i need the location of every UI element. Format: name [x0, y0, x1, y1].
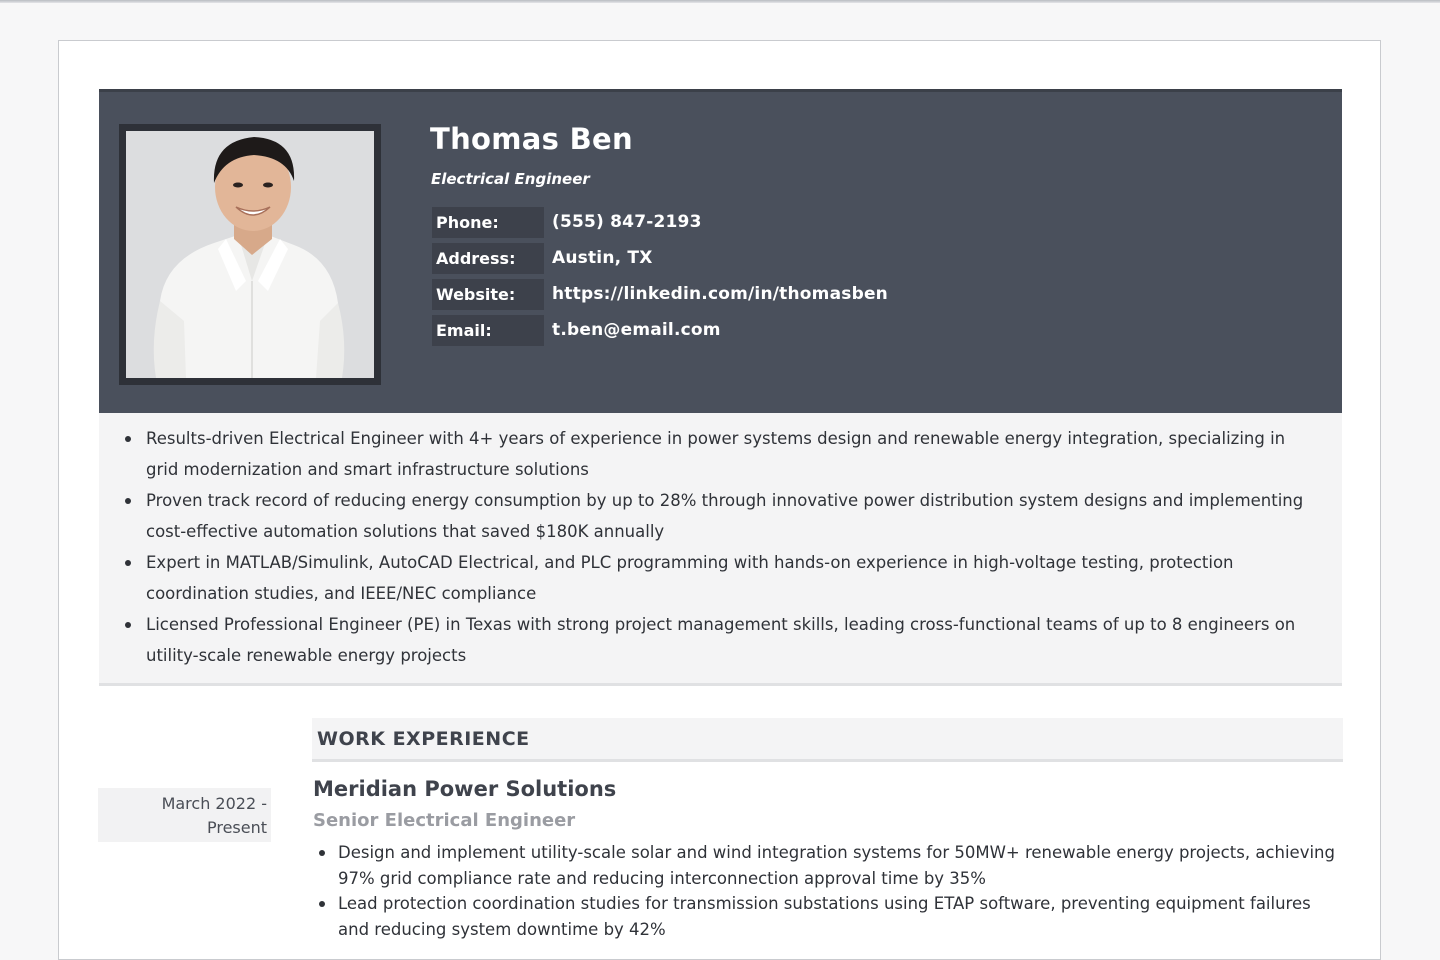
contact-label: Email: — [432, 314, 544, 346]
summary-item: Expert in MATLAB/Simulink, AutoCAD Elect… — [125, 547, 1322, 609]
website-link[interactable]: https://linkedin.com/in/thomasben — [552, 284, 888, 304]
work-experience-heading: WORK EXPERIENCE — [312, 718, 1343, 762]
duty-item: Design and implement utility-scale solar… — [319, 840, 1338, 891]
job-company: Meridian Power Solutions — [313, 777, 617, 801]
contact-row-website: Website: https://linkedin.com/in/thomasb… — [432, 276, 888, 312]
contact-row-email: Email: t.ben@email.com — [432, 312, 888, 348]
contact-label: Website: — [432, 278, 544, 310]
duty-item: Lead protection coordination studies for… — [319, 891, 1338, 942]
person-portrait-icon — [126, 131, 374, 378]
job-duties: Design and implement utility-scale solar… — [319, 840, 1338, 942]
resume-header: Thomas Ben Electrical Engineer Phone: (5… — [99, 89, 1342, 413]
summary-section: Results-driven Electrical Engineer with … — [99, 413, 1342, 686]
person-name: Thomas Ben — [430, 122, 633, 156]
person-title: Electrical Engineer — [431, 170, 590, 188]
contact-list: Phone: (555) 847-2193 Address: Austin, T… — [432, 204, 888, 348]
contact-label: Phone: — [432, 206, 544, 238]
contact-label: Address: — [432, 242, 544, 274]
summary-item: Results-driven Electrical Engineer with … — [125, 423, 1322, 485]
summary-item: Licensed Professional Engineer (PE) in T… — [125, 609, 1322, 671]
job-date-end: Present — [206, 818, 267, 837]
summary-list: Results-driven Electrical Engineer with … — [99, 413, 1342, 671]
resume-page: Thomas Ben Electrical Engineer Phone: (5… — [58, 40, 1381, 960]
portrait-illustration — [126, 131, 374, 378]
address-value: Austin, TX — [552, 248, 653, 268]
job-date-range: March 2022 - Present — [98, 788, 271, 842]
contact-row-phone: Phone: (555) 847-2193 — [432, 204, 888, 240]
top-edge — [0, 0, 1440, 3]
job-role: Senior Electrical Engineer — [313, 810, 576, 831]
job-date-start: March 2022 - — [161, 794, 267, 813]
phone-value: (555) 847-2193 — [552, 212, 702, 232]
section-title: WORK EXPERIENCE — [317, 728, 530, 750]
photo-frame — [119, 124, 381, 385]
summary-item: Proven track record of reducing energy c… — [125, 485, 1322, 547]
contact-row-address: Address: Austin, TX — [432, 240, 888, 276]
email-link[interactable]: t.ben@email.com — [552, 320, 721, 340]
